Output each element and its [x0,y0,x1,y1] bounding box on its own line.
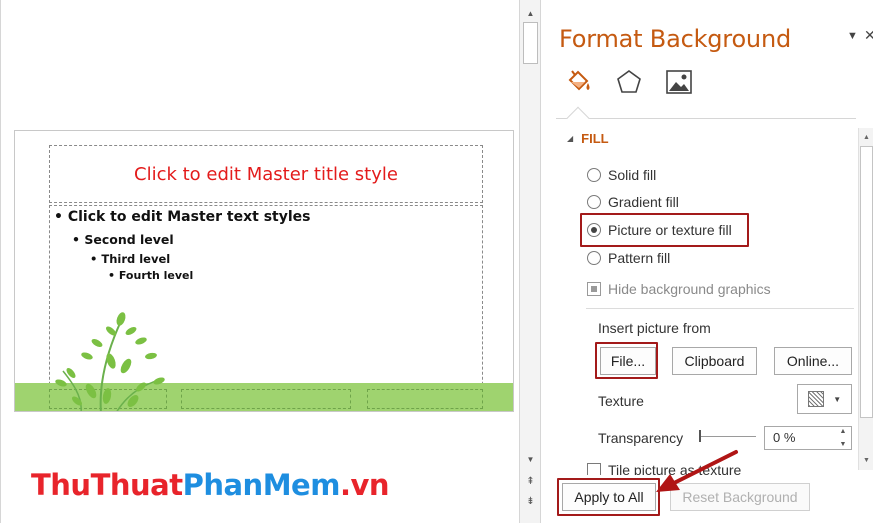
watermark-part1: ThuThuat [31,468,183,502]
pane-options-icon[interactable]: ▼ [847,30,858,42]
pane-scroll-up-icon[interactable]: ▲ [861,131,872,143]
pattern-fill-radio[interactable] [587,251,601,265]
previous-slide-icon[interactable]: ⇞ [523,474,538,488]
transparency-input[interactable]: 0 % ▲ ▼ [764,426,852,450]
solid-fill-radio[interactable] [587,168,601,182]
watermark-part3: .vn [339,468,390,502]
scroll-up-icon[interactable]: ▲ [523,6,538,20]
slide-master-thumbnail[interactable]: Click to edit Master title style • Click… [14,130,514,412]
format-background-pane: Format Background ▼ ✕ ◢ FILL Solid fill G… [542,0,873,523]
pattern-fill-option[interactable]: Pattern fill [587,250,670,266]
annotation-arrow-icon [656,450,738,492]
solid-fill-label: Solid fill [608,167,657,183]
scroll-thumb[interactable] [523,22,538,64]
spin-arrows-icon[interactable]: ▲ ▼ [837,428,849,448]
active-tab-indicator [566,106,590,130]
scroll-down-icon[interactable]: ▼ [523,452,538,466]
text-level-1: • Click to edit Master text styles [54,209,311,225]
chevron-down-icon: ▼ [833,394,842,404]
site-watermark: ThuThuatPhanMem.vn [31,468,390,502]
section-divider [586,308,854,309]
pane-scroll-thumb[interactable] [860,146,873,418]
clipboard-button[interactable]: Clipboard [672,347,757,375]
hide-background-option[interactable]: Hide background graphics [587,281,771,297]
text-level-4: • Fourth level [108,269,194,282]
plant-decoration [55,312,165,411]
transparency-slider-thumb[interactable] [699,430,701,442]
editor-scrollbar[interactable]: ▲ ▼ ⇞ ⇟ [519,0,541,523]
fill-section-label: FILL [581,131,609,146]
transparency-slider[interactable] [700,436,756,437]
gradient-fill-radio[interactable] [587,195,601,209]
watermark-part2: PhanMem [182,468,341,502]
highlight-picture-fill [580,213,749,247]
solid-fill-option[interactable]: Solid fill [587,167,656,183]
hide-background-checkbox[interactable] [587,282,601,296]
hide-background-label: Hide background graphics [608,281,771,297]
fill-section-header[interactable]: ◢ FILL [567,131,609,146]
close-icon[interactable]: ✕ [864,27,873,44]
transparency-label: Transparency [598,430,684,446]
collapse-triangle-icon[interactable]: ◢ [567,134,573,143]
slide-editor: Click to edit Master title style • Click… [0,0,519,523]
pane-title: Format Background [559,25,791,53]
texture-label: Texture [598,393,644,409]
tile-texture-checkbox[interactable] [587,463,601,475]
pane-scrollbar[interactable]: ▲ ▼ [858,128,873,470]
insert-picture-from-label: Insert picture from [598,320,711,336]
pane-scroll-down-icon[interactable]: ▼ [861,454,872,466]
pentagon-effects-icon[interactable] [614,66,644,98]
slide-number-placeholder[interactable] [367,389,483,409]
title-placeholder-text: Click to edit Master title style [134,163,398,185]
gradient-fill-option[interactable]: Gradient fill [587,194,679,210]
gradient-fill-label: Gradient fill [608,194,679,210]
highlight-file-button [595,342,658,379]
fill-bucket-icon[interactable] [564,66,594,98]
next-slide-icon[interactable]: ⇟ [523,494,538,508]
highlight-apply-to-all [557,478,660,516]
footer-placeholder[interactable] [181,389,351,409]
text-level-3: • Third level [90,252,171,266]
tab-separator [556,118,856,119]
transparency-value: 0 % [773,430,796,445]
online-button[interactable]: Online... [774,347,852,375]
title-placeholder[interactable]: Click to edit Master title style [49,145,483,203]
texture-dropdown[interactable]: ▼ [797,384,852,414]
text-level-2: • Second level [72,232,174,247]
picture-icon[interactable] [664,66,694,98]
texture-swatch-icon [807,391,824,407]
pattern-fill-label: Pattern fill [608,250,671,266]
